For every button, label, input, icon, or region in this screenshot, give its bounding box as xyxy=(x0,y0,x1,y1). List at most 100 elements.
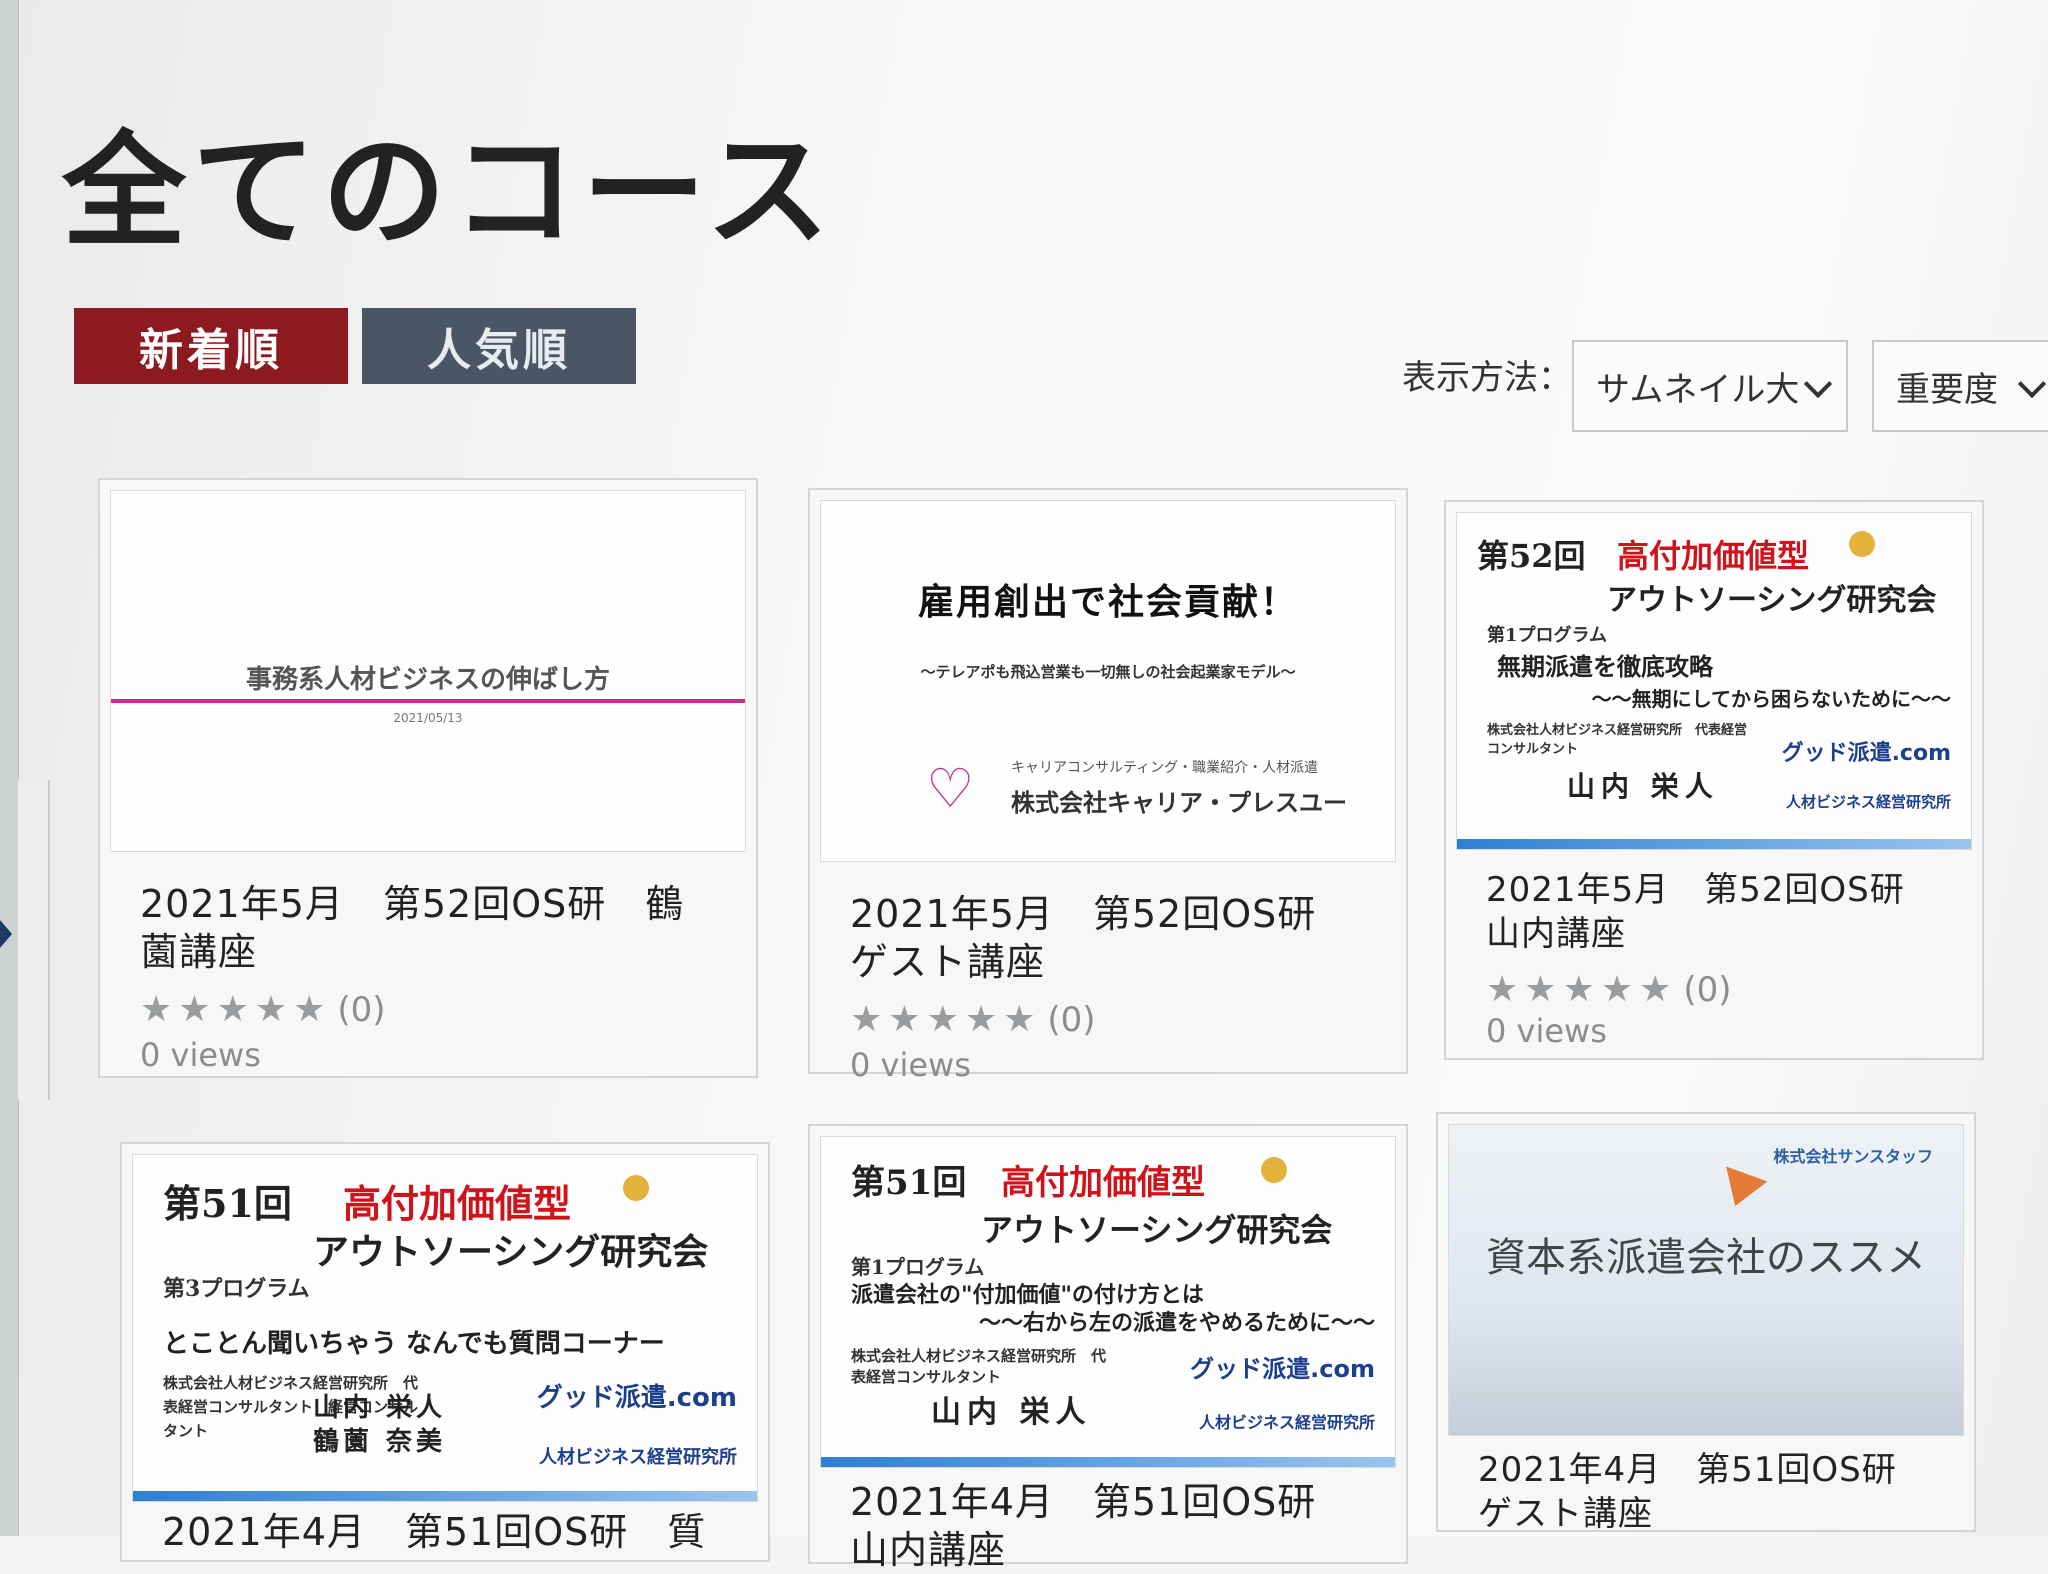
flyer-accent-bar xyxy=(1457,839,1971,849)
course-title[interactable]: 2021年5月 第52回OS研 山内講座 xyxy=(1486,868,1942,956)
badge-icon xyxy=(1261,1157,1287,1183)
course-card[interactable]: 株式会社サンスタッフ 資本系派遣会社のススメ 2021年4月 第51回OS研 ゲ… xyxy=(1436,1112,1976,1534)
flyer-topic: 無期派遣を徹底攻略 xyxy=(1497,652,1713,681)
star-icon: ★ xyxy=(1524,969,1557,1010)
thumbnail-company: 株式会社キャリア・プレスユー xyxy=(1011,789,1347,817)
flyer-organization: 株式会社人材ビジネス経営研究所 代表経営コンサルタント xyxy=(851,1347,1107,1386)
rating: ★ ★ ★ ★ ★ (0) xyxy=(140,990,386,1030)
star-icon: ★ xyxy=(1486,969,1519,1010)
flyer-logo-secondary: 人材ビジネス経営研究所 xyxy=(1785,793,1951,811)
thumbnail-tagline: キャリアコンサルティング・職業紹介・人材派遣 xyxy=(1011,760,1319,776)
left-arrow-icon[interactable] xyxy=(0,920,12,948)
star-icon: ★ xyxy=(254,989,288,1030)
thumbnail-title: 資本系派遣会社のススメ xyxy=(1486,1235,1926,1281)
flyer-organization: 株式会社人材ビジネス経営研究所 代表経営コンサルタント xyxy=(1487,723,1748,757)
star-icon: ★ xyxy=(140,989,173,1030)
star-icon: ★ xyxy=(1003,999,1036,1040)
flyer-highlight: 高付加価値型 xyxy=(1001,1163,1205,1203)
flyer-topic: とことん聞いちゃう なんでも質問コーナー xyxy=(163,1329,665,1359)
flyer-round: 第51回 xyxy=(163,1181,292,1226)
company-logo-icon: ♡ xyxy=(926,757,975,820)
view-count: 0 views xyxy=(850,1046,971,1084)
flyer-highlight: 高付加価値型 xyxy=(343,1181,572,1226)
rating-count: (0) xyxy=(1047,1000,1096,1040)
star-icon: ★ xyxy=(178,989,211,1030)
course-thumbnail[interactable]: 事務系人材ビジネスの伸ばし方 2021/05/13 xyxy=(110,490,746,852)
thumbnail-date: 2021/05/13 xyxy=(393,711,463,725)
star-icon: ★ xyxy=(216,989,249,1030)
flyer-highlight: 高付加価値型 xyxy=(1617,537,1810,575)
flyer-accent-bar xyxy=(133,1491,757,1501)
thumbnail-subtitle: ～テレアポも飛込営業も一切無しの社会起業家モデル～ xyxy=(920,663,1296,681)
thumbnail-brand: 株式会社サンスタッフ xyxy=(1773,1147,1933,1166)
thumbnail-title: 雇用創出で社会貢献！ xyxy=(917,581,1298,623)
flyer-program: 第1プログラム xyxy=(851,1255,985,1279)
star-icon: ★ xyxy=(1600,969,1634,1010)
course-card[interactable]: 第52回 高付加価値型 アウトソーシング研究会 第1プログラム 無期派遣を徹底攻… xyxy=(1444,500,1984,1060)
chevron-down-icon xyxy=(2017,369,2047,399)
thumbnail-divider xyxy=(111,699,745,703)
flyer-subtopic: ～～右から左の派遣をやめるために～～ xyxy=(978,1310,1375,1336)
view-count: 0 views xyxy=(1486,1012,1607,1050)
paper-plane-icon xyxy=(1714,1166,1768,1214)
view-mode-value: サムネイル大 xyxy=(1596,369,1800,410)
flyer-program: 第1プログラム xyxy=(1487,625,1607,646)
sort-tabs: 新着順 人気順 xyxy=(74,308,636,384)
flyer-round: 第51回 xyxy=(851,1163,967,1203)
rating: ★ ★ ★ ★ ★ (0) xyxy=(1486,970,1732,1010)
flyer-subtopic: ～～無期にしてから困らないために～～ xyxy=(1591,687,1951,711)
flyer-logo-primary: グッド派遣.com xyxy=(536,1383,737,1413)
flyer-person: 山内 栄人 鶴薗 奈美 xyxy=(313,1393,477,1457)
flyer-heading: アウトソーシング研究会 xyxy=(981,1211,1333,1249)
course-title[interactable]: 2021年4月 第51回OS研 山内講座 xyxy=(850,1478,1366,1574)
order-value: 重要度 xyxy=(1896,369,1998,410)
flyer-logo-secondary: 人材ビジネス経営研究所 xyxy=(539,1447,737,1468)
course-card[interactable]: 事務系人材ビジネスの伸ばし方 2021/05/13 2021年5月 第52回OS… xyxy=(98,478,758,1078)
course-title[interactable]: 2021年5月 第52回OS研 ゲスト講座 xyxy=(850,890,1366,986)
rating-count: (0) xyxy=(1683,970,1732,1010)
star-icon: ★ xyxy=(1562,969,1595,1010)
flyer-person: 山内 栄人 xyxy=(1567,770,1719,803)
star-icon: ★ xyxy=(888,999,921,1040)
badge-icon xyxy=(1849,531,1875,557)
flyer-accent-bar xyxy=(821,1457,1395,1467)
view-count: 0 views xyxy=(140,1036,261,1074)
star-icon: ★ xyxy=(964,999,998,1040)
course-thumbnail[interactable]: 第52回 高付加価値型 アウトソーシング研究会 第1プログラム 無期派遣を徹底攻… xyxy=(1456,512,1972,850)
flyer-round: 第52回 xyxy=(1477,537,1586,575)
rating: ★ ★ ★ ★ ★ (0) xyxy=(850,1000,1096,1040)
thumbnail-title: 事務系人材ビジネスの伸ばし方 xyxy=(245,665,610,695)
course-thumbnail[interactable]: 第51回 高付加価値型 アウトソーシング研究会 第3プログラム とことん聞いちゃ… xyxy=(132,1154,758,1502)
tab-newest[interactable]: 新着順 xyxy=(74,308,348,384)
course-thumbnail[interactable]: 雇用創出で社会貢献！ ～テレアポも飛込営業も一切無しの社会起業家モデル～ ♡ キ… xyxy=(820,500,1396,862)
flyer-logo-primary: グッド派遣.com xyxy=(1190,1355,1375,1383)
course-title[interactable]: 2021年5月 第52回OS研 鶴薗講座 xyxy=(140,880,716,976)
view-mode-select[interactable]: サムネイル大 xyxy=(1572,340,1848,432)
left-rail xyxy=(0,0,19,1536)
course-title[interactable]: 2021年4月 第51回OS研 ゲスト講座 xyxy=(1478,1448,1934,1536)
page-root: 全てのコース 新着順 人気順 表示方法： サムネイル大 重要度 事務系人材ビジネ… xyxy=(0,0,2048,1572)
course-title[interactable]: 2021年4月 第51回OS研 質 xyxy=(162,1508,728,1556)
course-card[interactable]: 第51回 高付加価値型 アウトソーシング研究会 第1プログラム 派遣会社の"付加… xyxy=(808,1124,1408,1572)
flyer-person: 山内 栄人 xyxy=(931,1395,1092,1430)
flyer-logo-primary: グッド派遣.com xyxy=(1781,741,1951,766)
left-panel-edge xyxy=(18,780,50,1100)
course-thumbnail[interactable]: 株式会社サンスタッフ 資本系派遣会社のススメ xyxy=(1448,1124,1964,1436)
course-card[interactable]: 第51回 高付加価値型 アウトソーシング研究会 第3プログラム とことん聞いちゃ… xyxy=(120,1142,770,1562)
star-icon: ★ xyxy=(293,989,326,1030)
star-icon: ★ xyxy=(850,999,883,1040)
order-select[interactable]: 重要度 xyxy=(1872,340,2048,432)
star-icon: ★ xyxy=(1639,969,1672,1010)
flyer-logo-secondary: 人材ビジネス経営研究所 xyxy=(1198,1413,1375,1432)
flyer-heading: アウトソーシング研究会 xyxy=(1607,583,1937,618)
page-title: 全てのコース xyxy=(62,120,836,264)
star-icon: ★ xyxy=(926,999,959,1040)
course-thumbnail[interactable]: 第51回 高付加価値型 アウトソーシング研究会 第1プログラム 派遣会社の"付加… xyxy=(820,1136,1396,1468)
chevron-down-icon xyxy=(1803,369,1833,399)
flyer-program: 第3プログラム xyxy=(163,1276,310,1302)
badge-icon xyxy=(623,1175,649,1201)
flyer-heading: アウトソーシング研究会 xyxy=(313,1231,709,1273)
tab-popular[interactable]: 人気順 xyxy=(362,308,636,384)
display-mode-label: 表示方法： xyxy=(1402,358,1572,398)
course-card[interactable]: 雇用創出で社会貢献！ ～テレアポも飛込営業も一切無しの社会起業家モデル～ ♡ キ… xyxy=(808,488,1408,1084)
